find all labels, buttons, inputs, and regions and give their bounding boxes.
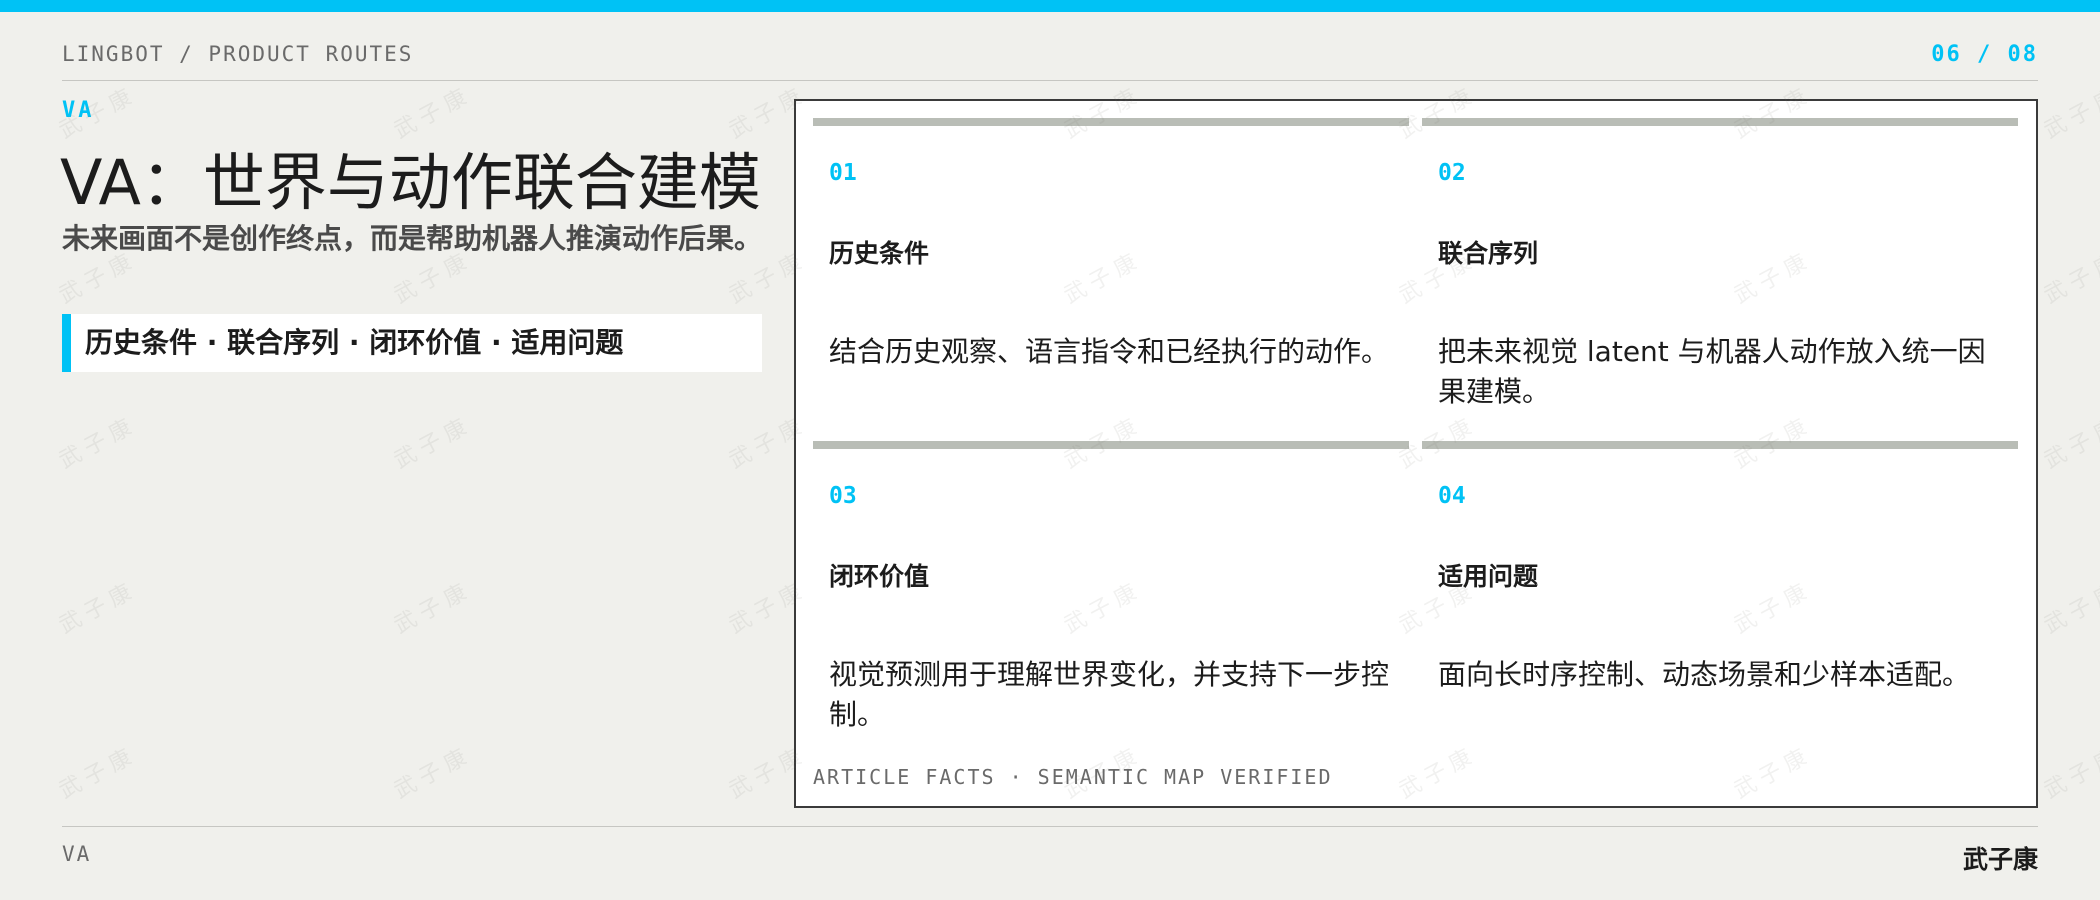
fact-card: 01 历史条件 结合历史观察、语言指令和已经执行的动作。: [813, 118, 1409, 418]
watermark-text: 武子康: [2040, 577, 2100, 639]
page-title: VA：世界与动作联合建模: [60, 146, 761, 219]
card-number: 04: [1438, 483, 1466, 509]
watermark-text: 武子康: [2040, 412, 2100, 474]
watermark-text: 武子康: [390, 742, 477, 804]
watermark-text: 武子康: [55, 412, 142, 474]
card-number: 01: [829, 160, 857, 186]
card-top-bar: [1422, 441, 2018, 449]
card-number: 02: [1438, 160, 1466, 186]
watermark-text: 武子康: [390, 577, 477, 639]
accent-top-bar: [0, 0, 2100, 12]
breadcrumb: LINGBOT / PRODUCT ROUTES: [62, 42, 414, 66]
card-heading: 联合序列: [1438, 239, 1539, 268]
card-top-bar: [1422, 118, 2018, 126]
watermark-text: 武子康: [2040, 247, 2100, 309]
watermark-text: 武子康: [55, 577, 142, 639]
footer-divider: [62, 826, 2038, 827]
topic-tagline: 历史条件 · 联合序列 · 闭环价值 · 适用问题: [62, 314, 762, 372]
watermark-text: 武子康: [2040, 742, 2100, 804]
page-number: 06 / 08: [1931, 42, 2038, 67]
fact-card: 03 闭环价值 视觉预测用于理解世界变化，并支持下一步控制。: [813, 441, 1409, 741]
section-kicker: VA: [62, 98, 95, 123]
fact-card: 02 联合序列 把未来视觉 latent 与机器人动作放入统一因果建模。: [1422, 118, 2018, 418]
watermark-text: 武子康: [2040, 82, 2100, 144]
footer-author: 武子康: [1962, 845, 2038, 874]
page-subtitle: 未来画面不是创作终点，而是帮助机器人推演动作后果。: [62, 222, 763, 255]
panel-footer-note: ARTICLE FACTS · SEMANTIC MAP VERIFIED: [813, 765, 1333, 789]
card-top-bar: [813, 441, 1409, 449]
card-body: 视觉预测用于理解世界变化，并支持下一步控制。: [829, 658, 1390, 731]
watermark-text: 武子康: [390, 412, 477, 474]
card-body: 面向长时序控制、动态场景和少样本适配。: [1438, 658, 1971, 691]
watermark-text: 武子康: [55, 742, 142, 804]
card-heading: 历史条件: [829, 239, 930, 268]
header-divider: [62, 80, 2038, 81]
facts-panel: 01 历史条件 结合历史观察、语言指令和已经执行的动作。 02 联合序列 把未来…: [794, 99, 2038, 808]
card-heading: 闭环价值: [829, 562, 930, 591]
card-body: 结合历史观察、语言指令和已经执行的动作。: [829, 335, 1390, 368]
card-number: 03: [829, 483, 857, 509]
card-top-bar: [813, 118, 1409, 126]
footer-section-label: VA: [62, 842, 92, 866]
card-heading: 适用问题: [1438, 562, 1539, 591]
card-body: 把未来视觉 latent 与机器人动作放入统一因果建模。: [1438, 335, 1986, 408]
fact-card: 04 适用问题 面向长时序控制、动态场景和少样本适配。: [1422, 441, 2018, 741]
